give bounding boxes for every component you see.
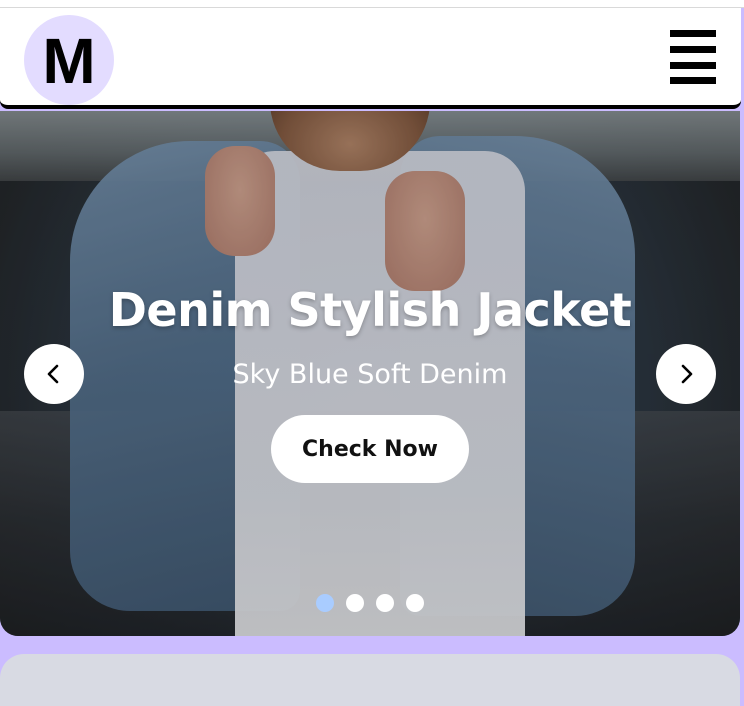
carousel-prev-button[interactable] (24, 344, 84, 404)
check-now-button[interactable]: Check Now (271, 415, 469, 483)
carousel-next-button[interactable] (656, 344, 716, 404)
browser-top-strip (0, 0, 744, 8)
logo-letter: M (42, 25, 96, 97)
carousel-dot-1[interactable] (316, 594, 334, 612)
content-card (0, 654, 740, 706)
hero-carousel: Denim Stylish Jacket Sky Blue Soft Denim… (0, 111, 740, 636)
carousel-dot-4[interactable] (406, 594, 424, 612)
carousel-dot-3[interactable] (376, 594, 394, 612)
menu-bar (670, 46, 716, 53)
menu-bar (670, 62, 716, 69)
hamburger-menu-icon[interactable] (670, 30, 716, 84)
chevron-right-icon (681, 364, 693, 384)
carousel-indicators (316, 594, 428, 612)
logo[interactable]: M (24, 15, 114, 105)
chevron-left-icon (47, 364, 59, 384)
navbar: M (0, 8, 741, 108)
menu-bar (670, 77, 716, 84)
menu-bar (670, 30, 716, 37)
carousel-dot-2[interactable] (346, 594, 364, 612)
hero-title: Denim Stylish Jacket (108, 283, 632, 337)
hero-subtitle: Sky Blue Soft Denim (232, 359, 508, 390)
